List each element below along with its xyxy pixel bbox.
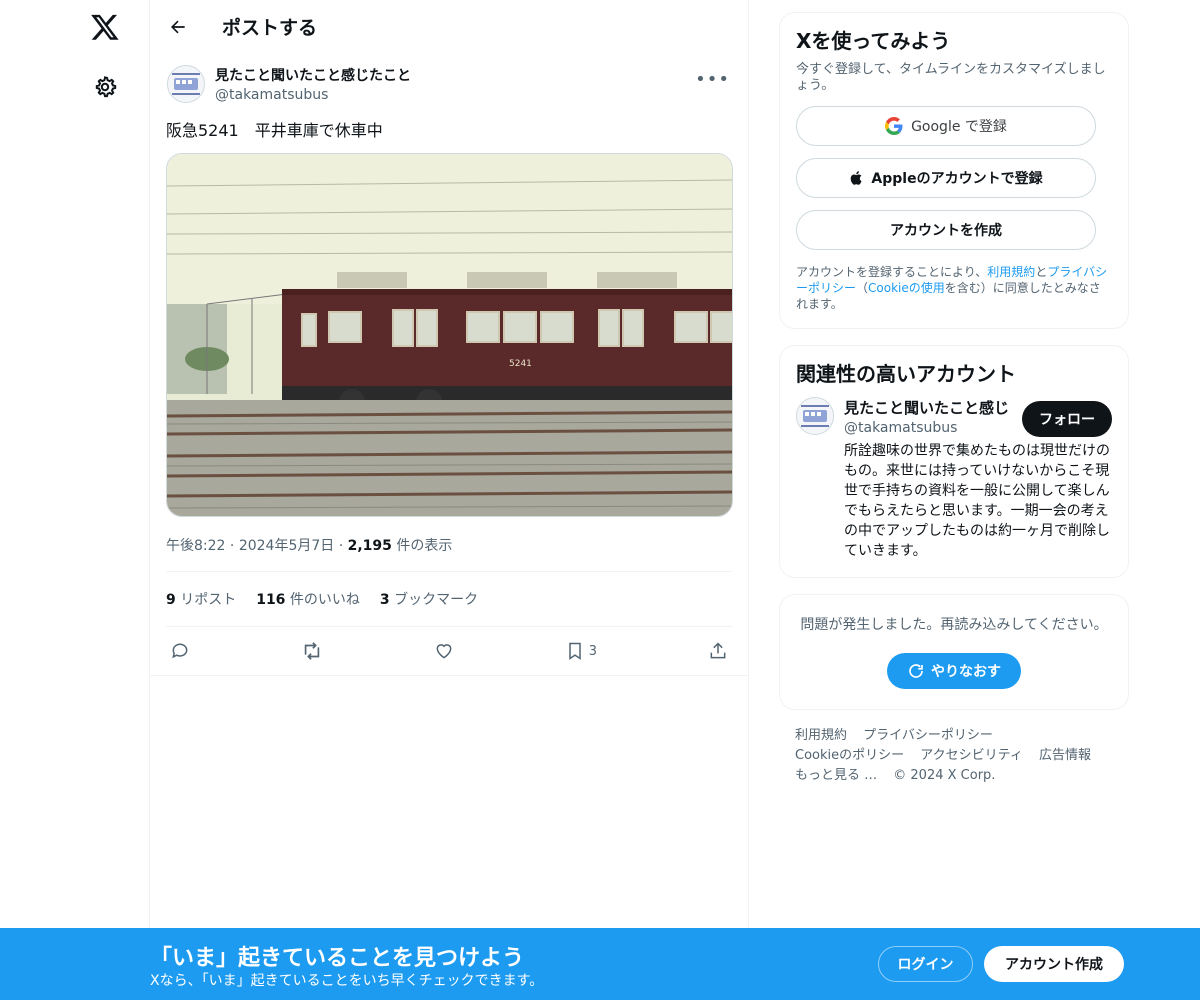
google-icon — [885, 117, 903, 135]
google-signup-label: Google で登録 — [911, 119, 1007, 135]
reply-icon[interactable] — [170, 641, 190, 661]
repost-icon[interactable] — [301, 640, 323, 662]
error-message: 問題が発生しました。再読み込みしてください。 — [800, 617, 1108, 633]
signup-button[interactable]: アカウント作成 — [984, 946, 1124, 982]
avatar[interactable] — [796, 397, 834, 435]
post-time[interactable]: 午後8:22 — [166, 538, 225, 554]
arrow-left-icon[interactable] — [164, 13, 192, 41]
related-title: 関連性の高いアカウント — [796, 362, 1016, 386]
page-title: ポストする — [222, 17, 318, 39]
apple-signup-button[interactable]: Appleのアカウントで登録 — [796, 158, 1096, 198]
avatar[interactable] — [167, 65, 205, 103]
related-account-handle[interactable]: @takamatsubus — [844, 420, 1009, 436]
post-text: 阪急5241 平井車庫で休車中 — [166, 121, 383, 140]
author-handle[interactable]: @takamatsubus — [215, 87, 411, 103]
views-label: 件の表示 — [396, 538, 453, 554]
apple-icon — [849, 169, 865, 187]
signup-subtitle: 今すぐ登録して、タイムラインをカスタマイズしましょう。 — [796, 62, 1106, 93]
signup-legal-text: アカウントを登録することにより、利用規約とプライバシーポリシー（Cookieの使… — [796, 265, 1108, 311]
footer-links: 利用規約 プライバシーポリシー Cookieのポリシー アクセシビリティ 広告情… — [779, 726, 1129, 786]
bookmark-icon[interactable]: 3 — [565, 641, 597, 661]
bottom-bar-title: 「いま」起きていることを見つけよう — [150, 946, 525, 971]
more-options-icon[interactable]: ••• — [695, 69, 730, 90]
gear-icon[interactable] — [88, 70, 122, 104]
post-date[interactable]: 2024年5月7日 — [239, 538, 334, 554]
retry-button[interactable]: やりなおす — [887, 653, 1021, 689]
footer-link-accessibility[interactable]: アクセシビリティ — [920, 748, 1023, 763]
retry-label: やりなおす — [931, 664, 1001, 680]
apple-signup-label: Appleのアカウントで登録 — [871, 171, 1043, 187]
related-account-name[interactable]: 見たこと聞いたこと感じ — [844, 397, 1009, 418]
footer-copyright: © 2024 X Corp. — [893, 768, 996, 783]
related-account: 見たこと聞いたこと感じ @takamatsubus フォロー 所詮趣味の世界で集… — [796, 397, 1112, 561]
bottom-bar-subtitle: Xなら、「いま」起きていることをいち早くチェックできます。 — [150, 973, 544, 989]
footer-link-cookie[interactable]: Cookieのポリシー — [795, 748, 904, 763]
views-count: 2,195 — [347, 538, 392, 554]
related-account-bio: 所詮趣味の世界で集めたものは現世だけのもの。来世には持っていけないからこそ現世で… — [844, 443, 1110, 559]
author-display-name[interactable]: 見たこと聞いたこと感じたこと — [215, 65, 411, 85]
divider — [150, 675, 748, 676]
like-icon[interactable] — [434, 641, 454, 661]
post-stats: 9 リポスト 116 件のいいね 3 ブックマーク — [166, 572, 732, 627]
post-author: 見たこと聞いたこと感じたこと @takamatsubus ••• — [150, 53, 748, 103]
footer-link-privacy[interactable]: プライバシーポリシー — [863, 728, 993, 743]
related-accounts-card: 関連性の高いアカウント 見たこと聞いたこと感じ @takamatsubus フォ… — [779, 345, 1129, 578]
refresh-icon — [907, 662, 925, 680]
error-card: 問題が発生しました。再読み込みしてください。 やりなおす — [779, 594, 1129, 710]
likes-stat[interactable]: 116 件のいいね — [256, 589, 360, 609]
footer-link-ads[interactable]: 広告情報 — [1039, 748, 1091, 763]
post-image[interactable]: 5241 — [166, 153, 733, 517]
create-account-button[interactable]: アカウントを作成 — [796, 210, 1096, 250]
post-actions: 3 — [166, 627, 732, 675]
share-icon[interactable] — [708, 641, 728, 661]
footer-link-terms[interactable]: 利用規約 — [795, 728, 847, 743]
bookmark-action-count: 3 — [588, 643, 598, 659]
train-number-label: 5241 — [509, 359, 532, 369]
terms-link[interactable]: 利用規約 — [987, 265, 1035, 279]
reposts-stat[interactable]: 9 リポスト — [166, 589, 236, 609]
left-rail — [0, 0, 150, 1000]
x-logo-icon[interactable] — [86, 8, 124, 46]
signup-title: Xを使ってみよう — [796, 29, 951, 53]
bookmarks-stat[interactable]: 3 ブックマーク — [380, 589, 478, 609]
bottom-signup-bar: 「いま」起きていることを見つけよう Xなら、「いま」起きていることをいち早くチェ… — [0, 928, 1200, 1000]
google-signup-button[interactable]: Google で登録 — [796, 106, 1096, 146]
main-column: ポストする 見たこと聞いたこと感じたこと @takamatsubus ••• 阪… — [149, 0, 749, 1000]
login-button[interactable]: ログイン — [878, 946, 973, 982]
signup-card: Xを使ってみよう 今すぐ登録して、タイムラインをカスタマイズしましょう。 Goo… — [779, 12, 1129, 329]
right-sidebar: Xを使ってみよう 今すぐ登録して、タイムラインをカスタマイズしましょう。 Goo… — [779, 12, 1129, 786]
follow-button[interactable]: フォロー — [1022, 401, 1112, 437]
post-metadata: 午後8:22 · 2024年5月7日 · 2,195 件の表示 — [166, 517, 732, 572]
cookie-link[interactable]: Cookieの使用 — [868, 281, 945, 295]
page-header: ポストする — [150, 0, 748, 53]
footer-link-more[interactable]: もっと見る … — [795, 768, 877, 783]
